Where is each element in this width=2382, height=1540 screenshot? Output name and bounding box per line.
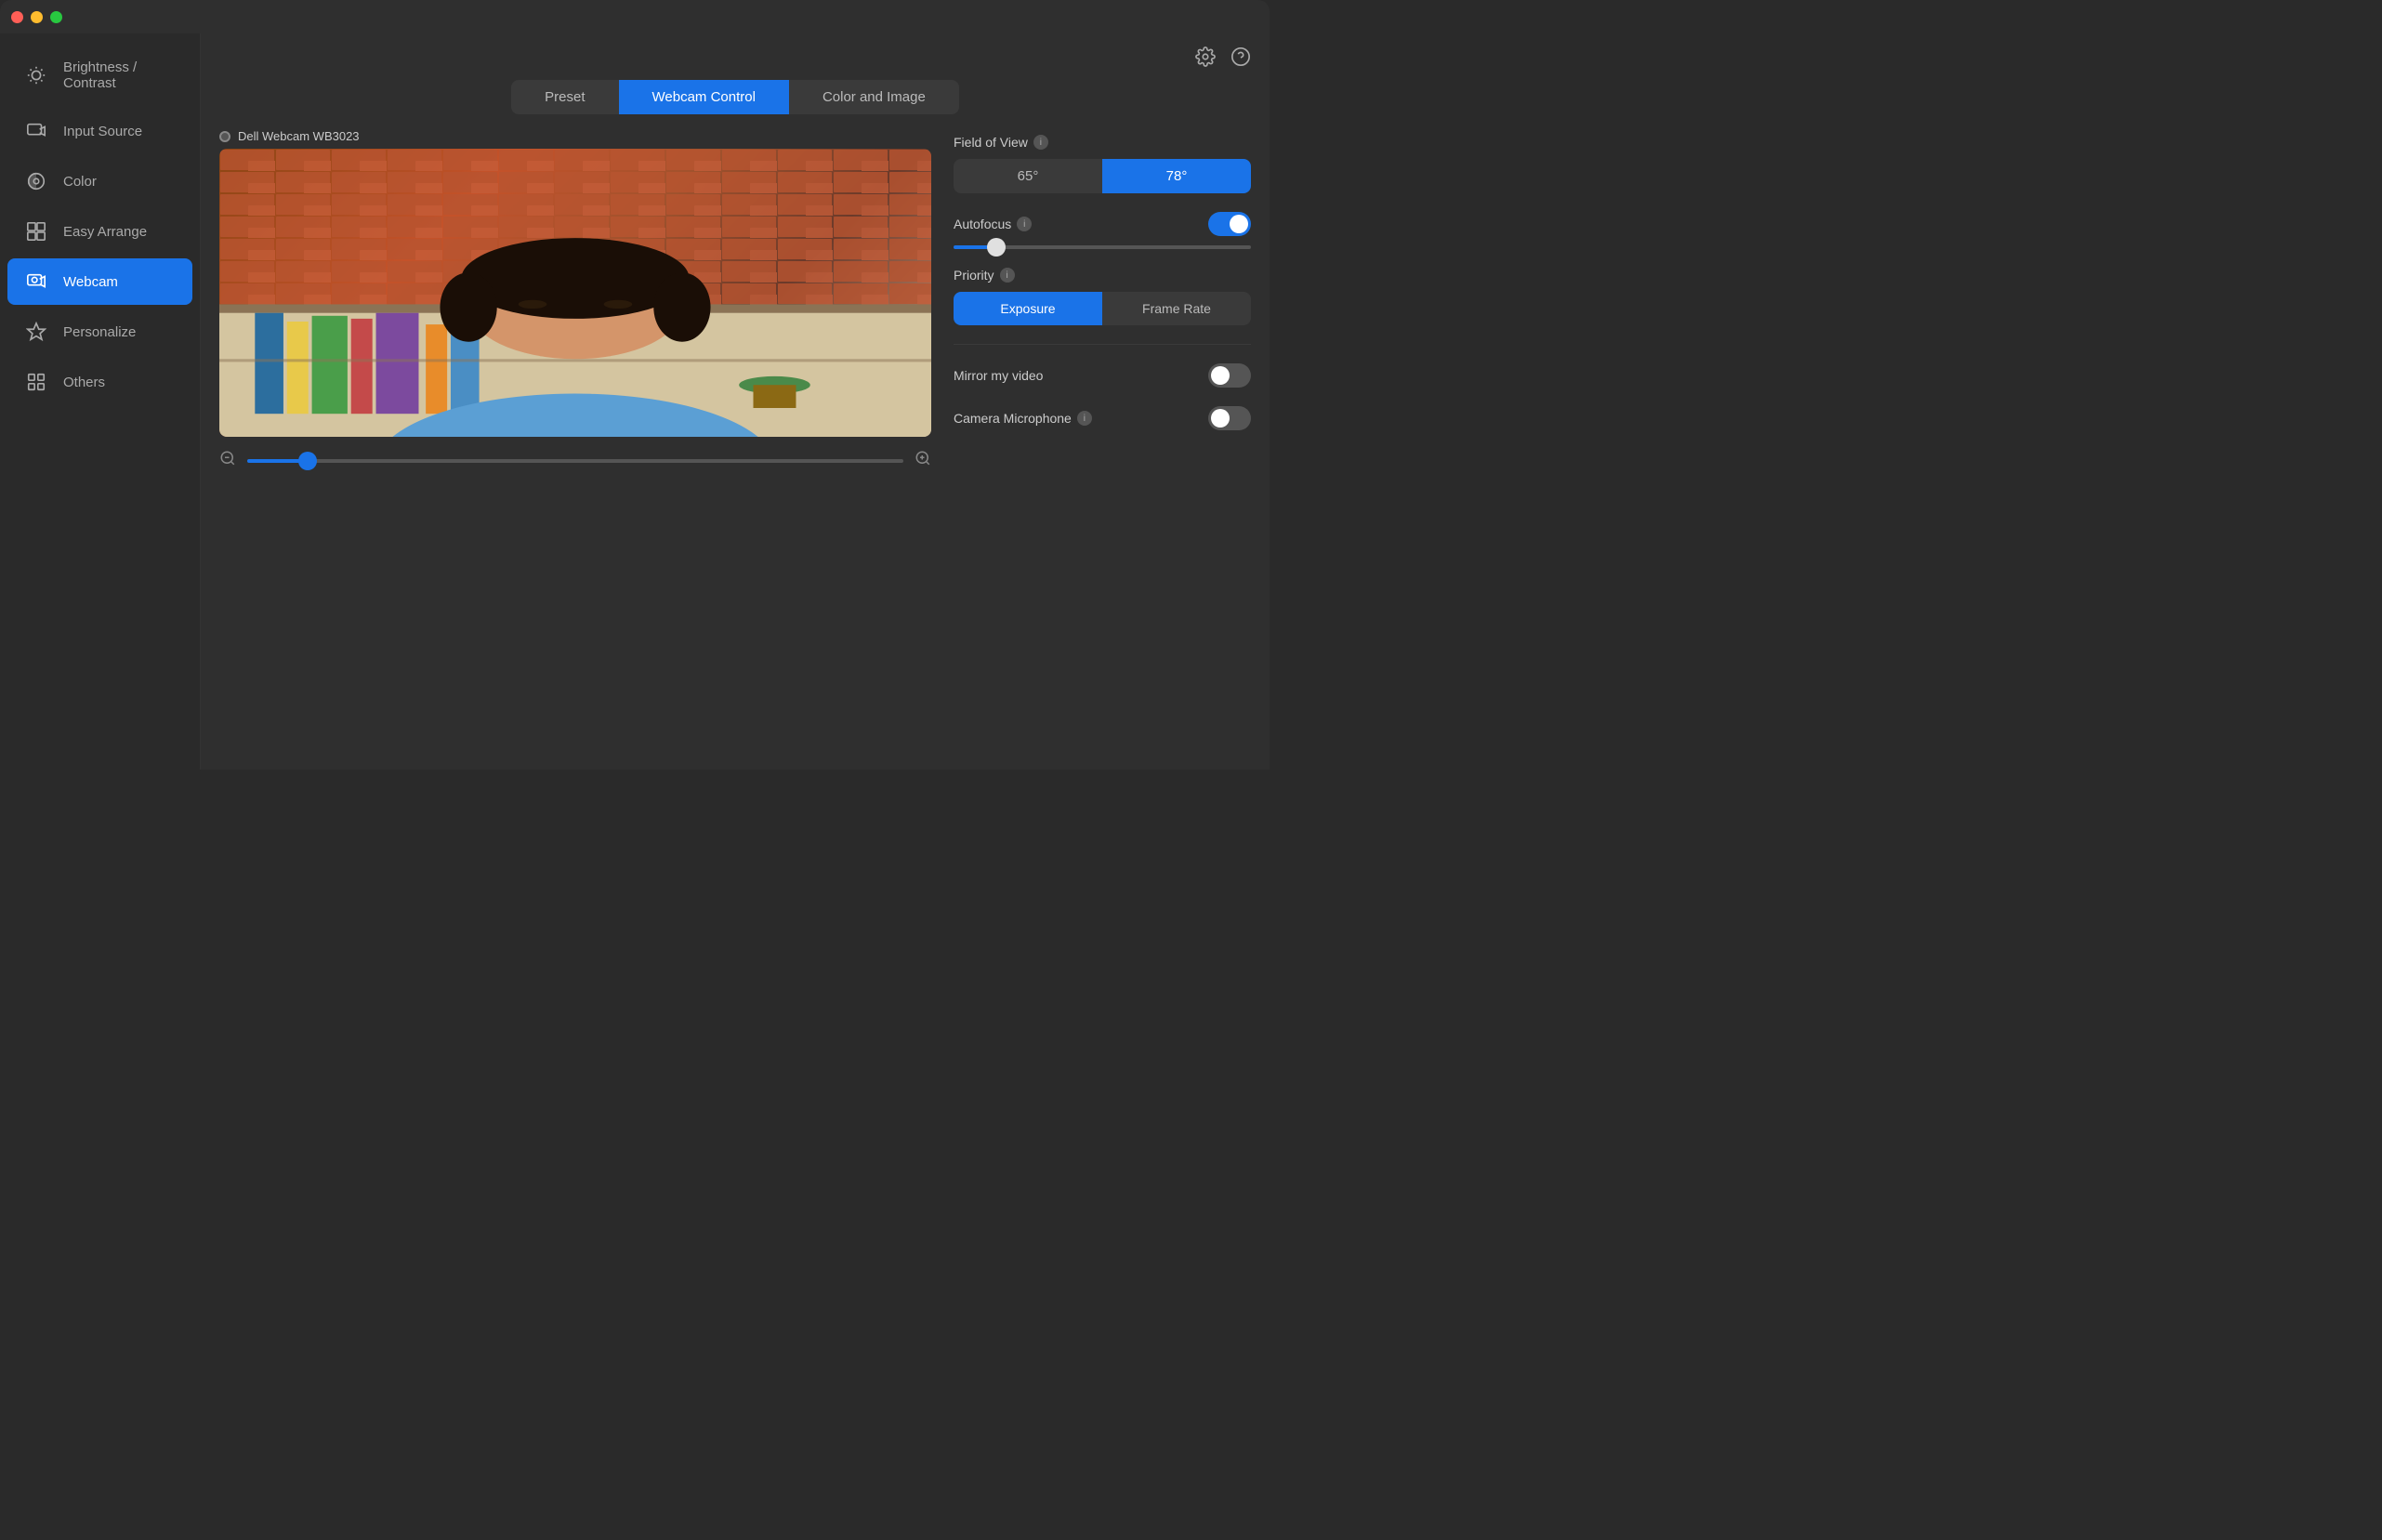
help-icon[interactable] [1230, 46, 1251, 72]
webcam-icon [26, 271, 46, 292]
webcam-status-dot [219, 131, 230, 142]
settings-icon[interactable] [1195, 46, 1216, 72]
close-button[interactable] [11, 11, 23, 23]
brightness-icon [26, 65, 46, 86]
zoom-out-icon [219, 450, 236, 471]
maximize-button[interactable] [50, 11, 62, 23]
app-body: Brightness / Contrast Input Source Color [0, 33, 1270, 770]
content-area: Preset Webcam Control Color and Image De… [201, 33, 1270, 770]
autofocus-toggle[interactable] [1208, 212, 1251, 236]
minimize-button[interactable] [31, 11, 43, 23]
priority-buttons: Exposure Frame Rate [954, 292, 1251, 325]
fov-info-icon[interactable]: i [1033, 135, 1048, 150]
sidebar-item-others[interactable]: Others [7, 359, 192, 405]
sidebar: Brightness / Contrast Input Source Color [0, 33, 201, 770]
sidebar-label-personalize: Personalize [63, 324, 136, 340]
fov-78-button[interactable]: 78° [1102, 159, 1251, 193]
webcam-device-label: Dell Webcam WB3023 [238, 129, 360, 143]
webcam-preview [219, 149, 931, 437]
autofocus-section: Autofocus i [954, 212, 1251, 249]
fov-buttons: 65° 78° [954, 159, 1251, 193]
webcam-device-bar: Dell Webcam WB3023 [219, 129, 931, 143]
mirror-video-toggle-knob [1211, 366, 1230, 385]
priority-framerate-button[interactable]: Frame Rate [1102, 292, 1251, 325]
sidebar-label-webcam: Webcam [63, 274, 118, 290]
mirror-video-section: Mirror my video [954, 363, 1251, 388]
autofocus-label-row: Autofocus i [954, 217, 1032, 231]
controls-panel: Field of View i 65° 78° Autofocus i [954, 129, 1251, 751]
camera-microphone-toggle[interactable] [1208, 406, 1251, 430]
fov-label: Field of View [954, 135, 1028, 150]
autofocus-toggle-knob [1230, 215, 1248, 233]
input-source-icon [26, 121, 46, 141]
priority-section: Priority i Exposure Frame Rate [954, 268, 1251, 325]
priority-label: Priority [954, 268, 994, 283]
sidebar-item-personalize[interactable]: Personalize [7, 309, 192, 355]
sidebar-label-others: Others [63, 375, 105, 390]
color-icon [26, 171, 46, 191]
sidebar-label-input-source: Input Source [63, 124, 142, 139]
camera-microphone-section: Camera Microphone i [954, 406, 1251, 430]
sidebar-item-webcam[interactable]: Webcam [7, 258, 192, 305]
mirror-video-toggle[interactable] [1208, 363, 1251, 388]
zoom-slider[interactable] [247, 459, 903, 463]
tab-color-and-image[interactable]: Color and Image [789, 80, 959, 114]
autofocus-info-icon[interactable]: i [1017, 217, 1032, 231]
sidebar-item-brightness-contrast[interactable]: Brightness / Contrast [7, 46, 192, 104]
autofocus-label: Autofocus [954, 217, 1011, 231]
others-icon [26, 372, 46, 392]
sidebar-label-color: Color [63, 174, 97, 190]
autofocus-slider[interactable] [954, 245, 1251, 249]
sidebar-item-input-source[interactable]: Input Source [7, 108, 192, 154]
traffic-lights [11, 11, 62, 23]
autofocus-toggle-row: Autofocus i [954, 212, 1251, 236]
camera-microphone-label-row: Camera Microphone i [954, 411, 1092, 426]
field-of-view-section: Field of View i 65° 78° [954, 135, 1251, 193]
divider-1 [954, 344, 1251, 345]
mirror-video-label: Mirror my video [954, 368, 1043, 383]
mirror-video-toggle-row: Mirror my video [954, 363, 1251, 388]
titlebar [0, 0, 1270, 33]
camera-microphone-label: Camera Microphone [954, 411, 1072, 426]
priority-label-row: Priority i [954, 268, 1251, 283]
easy-arrange-icon [26, 221, 46, 242]
tab-webcam-control[interactable]: Webcam Control [619, 80, 789, 114]
fov-65-button[interactable]: 65° [954, 159, 1102, 193]
priority-info-icon[interactable]: i [1000, 268, 1015, 283]
camera-microphone-toggle-knob [1211, 409, 1230, 428]
priority-exposure-button[interactable]: Exposure [954, 292, 1102, 325]
sidebar-label-brightness: Brightness / Contrast [63, 59, 174, 91]
zoom-in-icon [915, 450, 931, 471]
top-bar [201, 33, 1270, 80]
zoom-bar-container [219, 450, 931, 471]
sidebar-label-easy-arrange: Easy Arrange [63, 224, 147, 240]
camera-microphone-toggle-row: Camera Microphone i [954, 406, 1251, 430]
sidebar-item-color[interactable]: Color [7, 158, 192, 204]
tab-preset[interactable]: Preset [511, 80, 618, 114]
webcam-section: Dell Webcam WB3023 [219, 129, 931, 751]
main-split: Dell Webcam WB3023 [201, 129, 1270, 770]
personalize-icon [26, 322, 46, 342]
sidebar-item-easy-arrange[interactable]: Easy Arrange [7, 208, 192, 255]
fov-label-row: Field of View i [954, 135, 1251, 150]
tab-bar: Preset Webcam Control Color and Image [201, 80, 1270, 114]
camera-microphone-info-icon[interactable]: i [1077, 411, 1092, 426]
